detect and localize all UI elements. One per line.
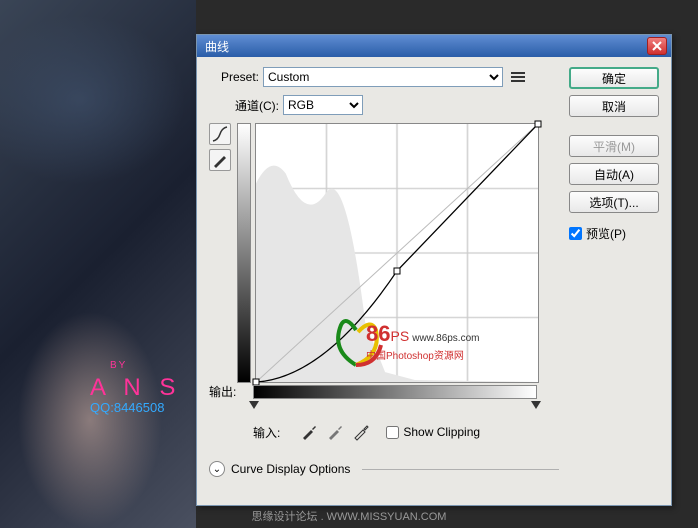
channel-select[interactable]: RGB: [283, 95, 363, 115]
input-label: 输入:: [253, 424, 280, 441]
footer-watermark: 思缘设计论坛 . WWW.MISSYUAN.COM: [0, 508, 698, 524]
curve-pencil-tool[interactable]: [209, 149, 231, 171]
curve-point-tool[interactable]: [209, 123, 231, 145]
watermark-ans: A N S: [90, 374, 181, 402]
preset-menu-icon[interactable]: [511, 70, 525, 84]
watermark-qq: QQ:8446508: [90, 400, 164, 415]
output-gradient: [237, 123, 251, 383]
preview-input[interactable]: [569, 227, 582, 240]
close-icon: [652, 41, 662, 51]
eyedropper-icon: [300, 423, 318, 441]
output-label: 输出:: [209, 383, 236, 400]
show-clipping-checkbox[interactable]: Show Clipping: [386, 425, 480, 439]
background-photo: [0, 0, 196, 528]
display-options-label: Curve Display Options: [231, 462, 350, 476]
curve-icon: [212, 126, 228, 142]
eyedropper-gray[interactable]: [326, 423, 344, 441]
options-button[interactable]: 选项(T)...: [569, 191, 659, 213]
channel-label: 通道(C):: [229, 97, 279, 114]
input-gradient: [253, 385, 537, 399]
curve-point-2[interactable]: [535, 121, 542, 128]
curve-grid[interactable]: 86PS www.86ps.com 中国Photoshop资源网: [255, 123, 539, 383]
pencil-icon: [212, 152, 228, 168]
preset-label: Preset:: [209, 70, 259, 84]
auto-button[interactable]: 自动(A): [569, 163, 659, 185]
eyedropper-icon: [352, 423, 370, 441]
smooth-button[interactable]: 平滑(M): [569, 135, 659, 157]
eyedropper-black[interactable]: [300, 423, 318, 441]
dialog-title: 曲线: [205, 38, 647, 55]
white-point-slider[interactable]: [531, 401, 541, 409]
eyedropper-white[interactable]: [352, 423, 370, 441]
eyedropper-icon: [326, 423, 344, 441]
titlebar[interactable]: 曲线: [197, 35, 671, 57]
show-clipping-label: Show Clipping: [403, 425, 480, 439]
show-clipping-input[interactable]: [386, 426, 399, 439]
preset-select[interactable]: Custom: [263, 67, 503, 87]
curves-dialog: 曲线 Preset: Custom 通道(C): RGB: [196, 34, 672, 506]
close-button[interactable]: [647, 37, 667, 55]
preview-checkbox[interactable]: 预览(P): [569, 225, 659, 242]
cancel-button[interactable]: 取消: [569, 95, 659, 117]
black-point-slider[interactable]: [249, 401, 259, 409]
curve-line: [256, 124, 538, 382]
display-options-toggle[interactable]: ⌄: [209, 461, 225, 477]
watermark-by: BY: [110, 360, 127, 371]
divider: [362, 469, 559, 470]
preview-label: 预览(P): [586, 225, 626, 242]
ok-button[interactable]: 确定: [569, 67, 659, 89]
curve-point-1[interactable]: [394, 268, 401, 275]
